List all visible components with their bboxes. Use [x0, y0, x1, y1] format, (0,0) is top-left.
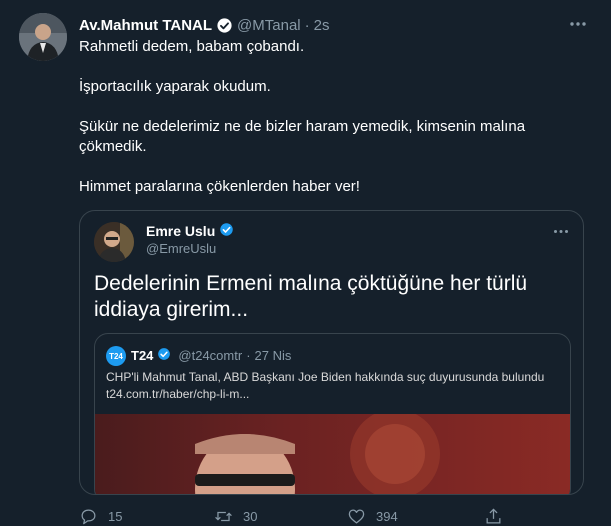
nested-tweet-image[interactable]: [95, 414, 570, 494]
nested-separator: ·: [246, 348, 251, 363]
tweet-paragraph: Rahmetli dedem, babam çobandı.: [79, 38, 305, 55]
tweet-actions: 15 30 394: [79, 506, 509, 526]
nested-tweet-link[interactable]: t24.com.tr/haber/chp-li-m...: [106, 386, 566, 403]
tweet-time[interactable]: 2s: [314, 17, 330, 34]
reply-count: 15: [108, 508, 123, 524]
more-horizontal-icon[interactable]: [567, 14, 589, 34]
tweet-text: Rahmetli dedem, babam çobandı. İşportacı…: [79, 37, 529, 217]
verified-badge-icon: [219, 222, 236, 239]
author-handle[interactable]: @MTanal: [237, 17, 301, 34]
like-count: 394: [376, 508, 398, 524]
more-horizontal-icon[interactable]: [551, 223, 571, 239]
tweet-paragraph: İşportacılık yaparak okudum.: [79, 78, 271, 95]
verified-badge-icon: [157, 347, 174, 364]
nested-tweet-time: 27 Nis: [254, 348, 292, 363]
header-separator: ·: [304, 16, 310, 34]
nested-tweet-text: CHP'li Mahmut Tanal, ABD Başkanı Joe Bid…: [106, 369, 566, 403]
retweet-count: 30: [243, 508, 258, 524]
author-name[interactable]: Av.Mahmut TANAL: [79, 17, 212, 34]
nested-tweet-header: T24 @t24comtr · 27 Nis: [131, 347, 291, 364]
reply-button[interactable]: 15: [79, 507, 214, 526]
tweet-paragraph: Himmet paralarına çökenlerden haber ver!: [79, 178, 360, 195]
quoted-author-handle: @EmreUslu: [146, 241, 217, 256]
t24-avatar: T24: [106, 346, 126, 366]
retweet-icon: [215, 511, 232, 521]
quoted-author-avatar: [94, 222, 134, 262]
verified-badge-icon: [216, 17, 233, 34]
quoted-author-name: Emre Uslu: [146, 222, 216, 239]
retweet-button[interactable]: 30: [214, 507, 347, 526]
nested-author-name: T24: [131, 348, 154, 363]
like-button[interactable]: 394: [347, 507, 484, 526]
heart-icon: [348, 509, 365, 523]
quoted-author-name-row: Emre Uslu: [146, 222, 236, 239]
share-button[interactable]: [484, 507, 503, 526]
tweet-header: Av.Mahmut TANAL @MTanal · 2s: [79, 15, 591, 35]
tweet: Av.Mahmut TANAL @MTanal · 2s Rahmetli de…: [0, 0, 611, 526]
nested-tweet-body: CHP'li Mahmut Tanal, ABD Başkanı Joe Bid…: [106, 370, 545, 384]
reply-icon: [81, 509, 96, 524]
tweet-paragraph: Şükür ne dedelerimiz ne de bizler haram …: [79, 118, 526, 155]
quoted-tweet[interactable]: Emre Uslu @EmreUslu Dedelerinin Ermeni m…: [79, 210, 584, 495]
quoted-tweet-text: Dedelerinin Ermeni malına çöktüğüne her …: [94, 272, 528, 321]
nested-quoted-tweet[interactable]: T24 T24 @t24comtr · 27 Nis CHP'li Mahmut…: [94, 333, 571, 494]
share-icon: [486, 507, 501, 523]
author-avatar[interactable]: [19, 13, 67, 61]
nested-author-handle: @t24comtr: [178, 348, 243, 363]
